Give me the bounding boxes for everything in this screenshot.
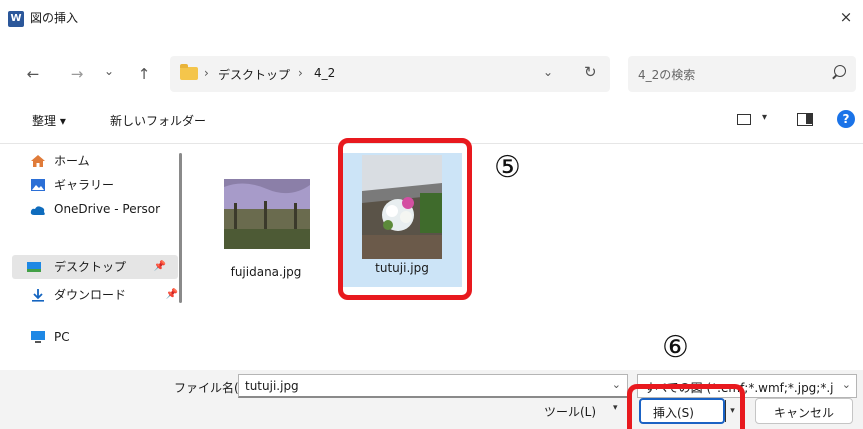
file-type-chevron-icon[interactable]: ⌄ <box>842 378 851 391</box>
navigation-bar: ← → ⌄ ↑ › デスクトップ › 4_2 ⌄ ↻ 4_2の検索 <box>0 52 863 98</box>
sidebar-item-label: デスクトップ <box>54 260 127 274</box>
highlight-box-step5 <box>338 138 472 300</box>
search-placeholder: 4_2の検索 <box>638 68 696 82</box>
back-arrow-icon[interactable]: ← <box>24 65 42 83</box>
window-title: 図の挿入 <box>30 11 79 25</box>
folder-icon <box>180 64 198 80</box>
word-app-icon: W <box>8 11 24 27</box>
tools-menu-button[interactable]: ツール(L) <box>544 403 596 420</box>
onedrive-icon <box>30 206 45 215</box>
breadcrumb-separator: › <box>204 66 209 80</box>
breadcrumb-desktop[interactable]: デスクトップ <box>218 66 290 83</box>
sidebar-item-gallery[interactable]: ギャラリー <box>30 173 190 197</box>
tools-chevron-icon[interactable]: ▾ <box>613 403 618 413</box>
search-icon[interactable] <box>834 65 846 77</box>
view-options-chevron-icon[interactable]: ▾ <box>762 112 767 123</box>
pin-icon[interactable]: 📌 <box>154 255 166 279</box>
address-bar[interactable]: › デスクトップ › 4_2 ⌄ ↻ <box>170 56 610 92</box>
file-item-fujidana[interactable]: fujidana.jpg <box>206 157 326 291</box>
new-folder-button[interactable]: 新しいフォルダー <box>110 112 206 129</box>
gallery-icon <box>31 179 45 191</box>
pin-icon[interactable]: 📌 <box>166 283 178 307</box>
cancel-button-label: キャンセル <box>773 406 834 420</box>
sidebar-item-label: ギャラリー <box>54 178 115 192</box>
sidebar-item-label: PC <box>54 330 70 344</box>
up-arrow-icon[interactable]: ↑ <box>135 65 153 83</box>
sidebar-item-label: ホーム <box>54 154 90 168</box>
file-name: fujidana.jpg <box>230 265 302 279</box>
help-icon[interactable]: ? <box>837 110 855 128</box>
desktop-icon <box>27 262 41 272</box>
sidebar-item-onedrive[interactable]: OneDrive - Persor <box>30 197 190 221</box>
breadcrumb-separator: › <box>298 66 303 80</box>
home-icon <box>31 155 45 167</box>
recent-locations-chevron-icon[interactable]: ⌄ <box>100 62 118 80</box>
view-mode-icon[interactable] <box>737 114 751 125</box>
preview-pane-icon[interactable] <box>797 113 813 126</box>
step-5-marker: ⑤ <box>494 150 521 185</box>
sidebar-scrollbar[interactable] <box>179 153 182 303</box>
close-icon[interactable]: × <box>835 6 857 28</box>
sidebar-item-home[interactable]: ホーム <box>30 149 190 173</box>
sidebar-item-desktop[interactable]: デスクトップ 📌 <box>12 255 178 279</box>
organize-menu-button[interactable]: 整理 ▾ <box>32 112 66 129</box>
cancel-button[interactable]: キャンセル <box>755 398 853 424</box>
navigation-pane: ホーム ギャラリー OneDrive - Persor デスクトップ 📌 ダウン… <box>0 145 190 370</box>
sidebar-item-pc[interactable]: PC <box>30 325 190 349</box>
filename-value: tutuji.jpg <box>245 379 299 393</box>
highlight-box-step6 <box>627 384 745 429</box>
image-thumbnail <box>224 179 310 249</box>
address-history-chevron-icon[interactable]: ⌄ <box>543 65 553 79</box>
download-icon <box>32 289 44 302</box>
filename-history-chevron-icon[interactable]: ⌄ <box>612 378 621 391</box>
refresh-icon[interactable]: ↻ <box>584 63 597 81</box>
step-6-marker: ⑥ <box>662 330 689 365</box>
sidebar-item-downloads[interactable]: ダウンロード 📌 <box>30 283 190 307</box>
breadcrumb-current-folder[interactable]: 4_2 <box>314 66 335 80</box>
sidebar-item-label: ダウンロード <box>54 288 127 302</box>
insert-picture-dialog: W 図の挿入 × ← → ⌄ ↑ › デスクトップ › 4_2 ⌄ ↻ 4_2の… <box>0 0 863 429</box>
sidebar-item-label: OneDrive - Persor <box>54 202 161 216</box>
filename-input[interactable]: tutuji.jpg ⌄ <box>238 374 628 398</box>
search-input[interactable]: 4_2の検索 <box>628 56 856 92</box>
forward-arrow-icon[interactable]: → <box>68 65 86 83</box>
file-list: fujidana.jpg tutuji.jpg <box>192 145 863 370</box>
title-bar: W 図の挿入 × <box>0 0 863 52</box>
pc-icon <box>31 331 45 343</box>
